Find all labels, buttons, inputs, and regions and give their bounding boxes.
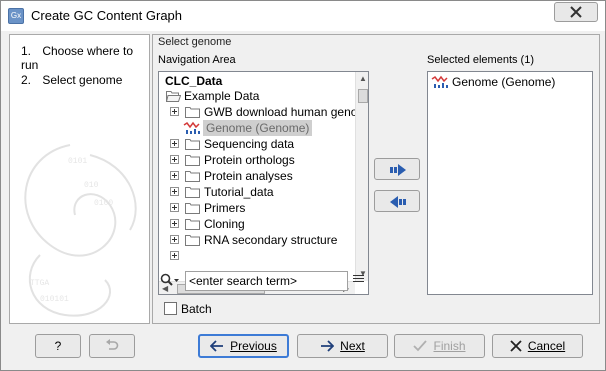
cancel-label: Cancel [527,339,566,353]
tree-item-genome[interactable]: Genome (Genome) [159,120,355,136]
step-label: Select genome [42,73,123,87]
folder-icon [185,139,200,150]
tree-item-label: Genome (Genome) [203,120,313,136]
tree-item-example-data[interactable]: Example Data [159,88,355,104]
tree-item-label: Protein orthologs [204,153,295,167]
folder-icon [185,187,200,198]
tree-item-protein-orthologs[interactable]: Protein orthologs [159,152,355,168]
dialog-window: Gx Create GC Content Graph 1. Choose whe… [0,0,606,371]
selected-elements-list[interactable]: Genome (Genome) [427,71,593,295]
finish-label: Finish [433,339,466,353]
help-button[interactable]: ? [35,334,81,358]
folder-icon [185,235,200,246]
remove-from-selected-button[interactable] [374,190,420,212]
navigation-area-label: Navigation Area [158,54,236,66]
tree-item-label: GWB download human genome [204,105,369,119]
tree-root-label: CLC_Data [165,74,223,88]
steps-panel: 1. Choose where to run 2. Select genome … [9,34,150,324]
add-to-selected-button[interactable] [374,158,420,180]
previous-label: Previous [230,339,277,353]
selected-item-label: Genome (Genome) [452,75,556,89]
folder-icon [185,155,200,166]
tree-item-rna-secondary-structure[interactable]: RNA secondary structure [159,232,355,248]
tree-item-primers[interactable]: Primers [159,200,355,216]
folder-icon [185,203,200,214]
tree-item-partial[interactable] [159,248,355,264]
folder-open-icon [166,91,181,102]
expand-toggle[interactable] [170,139,179,148]
cancel-button[interactable]: Cancel [492,334,583,358]
reset-button[interactable] [89,334,135,358]
expand-toggle[interactable] [170,203,179,212]
expand-toggle[interactable] [170,219,179,228]
section-title: Select genome [158,36,232,48]
tree-item-label: Primers [204,201,246,215]
undo-icon [106,339,119,350]
step-select-genome[interactable]: 2. Select genome [21,73,122,87]
tree-item-label: Cloning [204,217,245,231]
svg-text:TTGA: TTGA [30,279,49,288]
sequence-icon [431,75,448,88]
search-input[interactable] [185,271,348,291]
tree-item-label: Tutorial_data [204,185,274,199]
step-choose-where-to-run[interactable]: 1. Choose where to run [21,44,149,72]
expand-toggle[interactable] [170,251,179,260]
expand-toggle[interactable] [170,187,179,196]
scroll-up-arrow-icon[interactable]: ▲ [359,74,367,83]
tree-item-label: RNA secondary structure [204,233,338,247]
tree-item-tutorial-data[interactable]: Tutorial_data [159,184,355,200]
tree-item-gwb-download[interactable]: GWB download human genome [159,104,368,120]
arrow-right-icon [321,340,335,352]
title-bar: Gx Create GC Content Graph [1,1,605,31]
close-icon [510,340,522,352]
arrow-left-icon [210,340,224,352]
svg-text:010101: 010101 [40,295,69,304]
folder-icon [185,171,200,182]
step-number: 1. [21,44,32,58]
navigation-tree[interactable]: CLC_Data Example Data GWB download human… [158,71,369,295]
folder-icon [185,107,200,118]
next-label: Next [340,339,365,353]
checkmark-icon [413,340,428,352]
next-button[interactable]: Next [297,334,388,358]
tree-item-cloning[interactable]: Cloning [159,216,355,232]
expand-toggle[interactable] [170,155,179,164]
tree-item-sequencing-data[interactable]: Sequencing data [159,136,355,152]
tree-item-label: Sequencing data [204,137,295,151]
close-button[interactable] [554,2,598,22]
app-icon: Gx [8,8,24,24]
decorative-swirl-graphic: 0101 010 0100 TTGA 010101 [24,144,137,317]
window-title: Create GC Content Graph [31,8,183,23]
sequence-icon [183,121,200,134]
finish-button[interactable]: Finish [394,334,485,358]
close-icon [570,6,582,18]
tree-vertical-scrollbar[interactable]: ▲ ▼ [355,72,368,281]
search-options-icon[interactable] [353,275,364,285]
previous-button[interactable]: Previous [198,334,289,358]
expand-toggle[interactable] [170,107,179,116]
arrow-right-icon [390,164,406,176]
svg-text:010: 010 [84,181,99,190]
step-number: 2. [21,73,32,87]
selected-elements-label: Selected elements (1) [427,54,534,66]
tree-item-protein-analyses[interactable]: Protein analyses [159,168,355,184]
search-icon[interactable] [160,273,180,287]
tree-item-label: Protein analyses [204,169,293,183]
svg-text:0101: 0101 [68,157,87,166]
folder-icon [185,219,200,230]
svg-text:0100: 0100 [94,199,113,208]
tree-item-label: Example Data [184,89,260,103]
help-label: ? [54,339,62,353]
scrollbar-thumb[interactable] [358,89,368,103]
batch-label: Batch [181,302,212,316]
expand-toggle[interactable] [170,235,179,244]
expand-toggle[interactable] [170,171,179,180]
wizard-content: Select genome Navigation Area Selected e… [152,34,600,324]
batch-checkbox[interactable] [164,302,177,315]
arrow-left-icon [390,196,406,208]
